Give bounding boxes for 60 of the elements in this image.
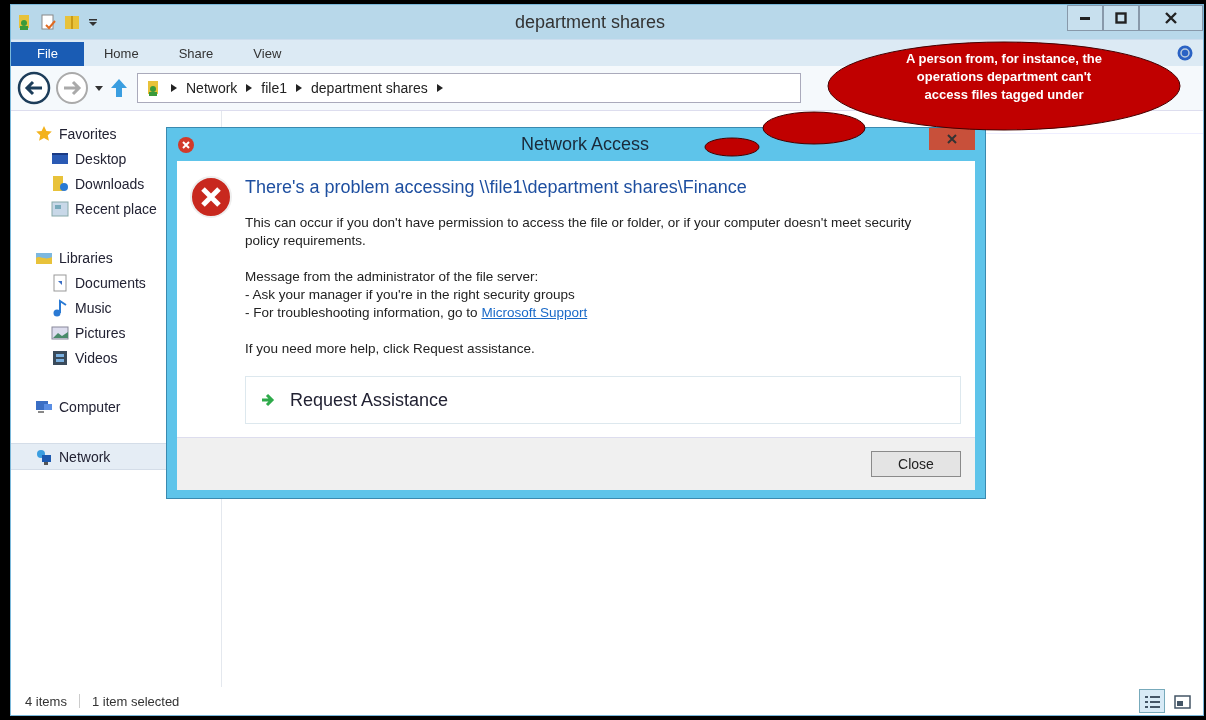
document-icon[interactable]	[39, 13, 57, 31]
breadcrumb[interactable]: Network	[186, 80, 238, 96]
callout-text: A person from, for instance, the operations department can't access files tagged under	[906, 50, 1102, 104]
chevron-icon	[170, 83, 178, 93]
chevron-icon	[295, 83, 304, 93]
downloads-folder-icon	[51, 174, 69, 193]
breadcrumb[interactable]: department shares	[311, 80, 428, 96]
picture-icon	[51, 323, 69, 342]
admin-message-text: - For troubleshooting information, go to	[245, 305, 479, 320]
sidebar-item[interactable]: Computer	[11, 394, 221, 419]
error-icon	[189, 175, 233, 219]
support-link[interactable]: Microsoft Support	[481, 305, 588, 320]
minimize-button[interactable]	[1067, 5, 1103, 31]
film-icon	[51, 348, 69, 367]
request-assistance-link[interactable]: Request Assistance	[245, 376, 961, 424]
maximize-icon	[1115, 12, 1127, 24]
sidebar-item[interactable]: Videos	[11, 345, 221, 370]
view-toggle[interactable]	[1139, 689, 1165, 713]
admin-message-text: Message from the administrator of the file server:	[245, 268, 540, 286]
ribbon-tab[interactable]: View	[233, 42, 302, 66]
close-icon	[947, 134, 957, 144]
close-button[interactable]: Close	[871, 451, 961, 477]
maximize-button[interactable]	[1103, 5, 1139, 31]
item-count: 4 items	[25, 693, 67, 709]
minimize-icon	[1080, 16, 1090, 20]
back-icon[interactable]	[17, 71, 51, 105]
star-icon	[35, 124, 53, 143]
address-bar[interactable]: Network file1 department shares	[137, 73, 801, 103]
sidebar-item[interactable]: Desktop	[11, 146, 221, 171]
arrow-icon	[260, 392, 276, 408]
sidebar-item[interactable]: Documents	[11, 270, 221, 295]
preview-icon	[1172, 692, 1192, 712]
sidebar-item[interactable]: Pictures	[11, 320, 221, 345]
document-icon	[51, 273, 69, 292]
help-text: If you need more help, click Request assistance.	[245, 340, 536, 358]
window-icon	[51, 199, 69, 218]
selection-count: 1 item selected	[91, 693, 180, 709]
admin-message-text: - Ask your manager if you're in the right security groups	[245, 286, 576, 304]
help-icon[interactable]	[1177, 45, 1193, 61]
dialog-title: Network Access	[520, 134, 649, 155]
close-icon	[1165, 12, 1177, 24]
chevron-icon	[245, 83, 254, 93]
window-title: department shares	[514, 11, 667, 33]
callout-tooltip	[704, 137, 760, 157]
music-note-icon	[51, 298, 69, 317]
dialog-heading: There's a problem accessing \\file1\department shares\Finance	[245, 177, 748, 198]
ribbon-tab[interactable]: Share	[158, 42, 234, 66]
sidebar-item[interactable]: Libraries	[11, 245, 221, 270]
close-button[interactable]	[1139, 5, 1203, 31]
network-icon	[35, 447, 53, 466]
ribbon-tab[interactable]: Home	[83, 42, 159, 66]
sidebar-item[interactable]: Recent place	[11, 196, 221, 221]
error-icon	[177, 135, 195, 154]
breadcrumb[interactable]: file1	[261, 80, 288, 96]
ribbon-tab[interactable]: File	[11, 42, 84, 66]
sidebar-item[interactable]: Favorites	[11, 121, 221, 146]
sidebar-item[interactable]: Music	[11, 295, 221, 320]
explanation-text: This can occur if you don't have permission to access the file or folder, or if your computer doesn't meet security policy requirements.	[245, 214, 913, 250]
sidebar-item[interactable]: Downloads	[11, 171, 221, 196]
chevron-icon	[435, 83, 444, 93]
